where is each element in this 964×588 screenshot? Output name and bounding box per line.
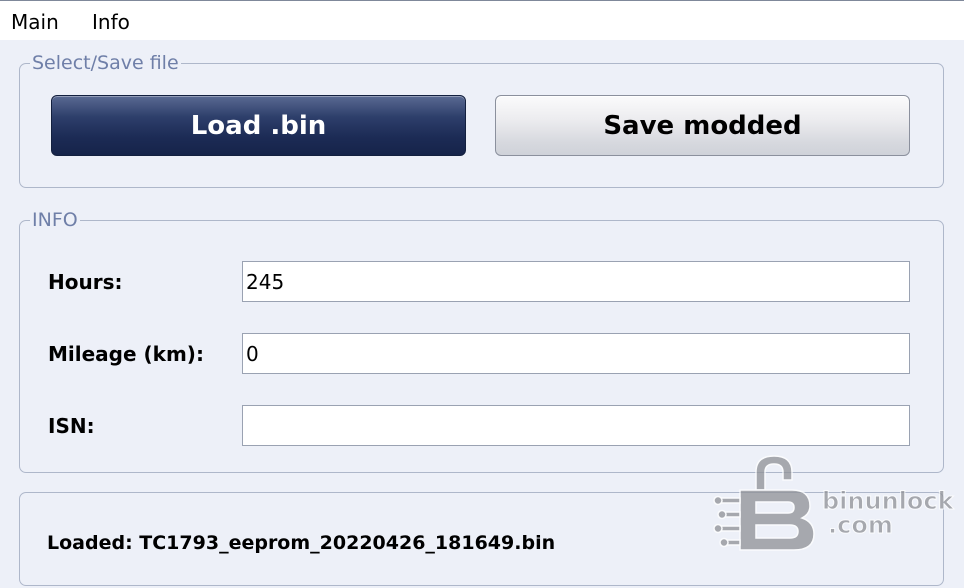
mileage-input[interactable] (242, 333, 910, 374)
menu-info[interactable]: Info (92, 10, 130, 34)
watermark: binunlock .com (712, 450, 962, 555)
status-loaded-file: Loaded: TC1793_eeprom_20220426_181649.bi… (47, 532, 556, 554)
watermark-line2: .com (828, 511, 894, 539)
menu-main[interactable]: Main (11, 10, 59, 34)
save-modded-button[interactable]: Save modded (495, 95, 910, 156)
mileage-label: Mileage (km): (48, 342, 204, 366)
info-group-title: INFO (30, 208, 80, 232)
file-group-title: Select/Save file (30, 51, 181, 75)
hours-label: Hours: (48, 270, 123, 294)
menu-bar: Main Info (0, 0, 964, 40)
padlock-circuit-logo-icon (713, 455, 815, 551)
isn-label: ISN: (48, 414, 95, 438)
hours-input[interactable] (242, 261, 910, 302)
load-bin-button[interactable]: Load .bin (51, 95, 466, 156)
isn-input[interactable] (242, 405, 910, 446)
